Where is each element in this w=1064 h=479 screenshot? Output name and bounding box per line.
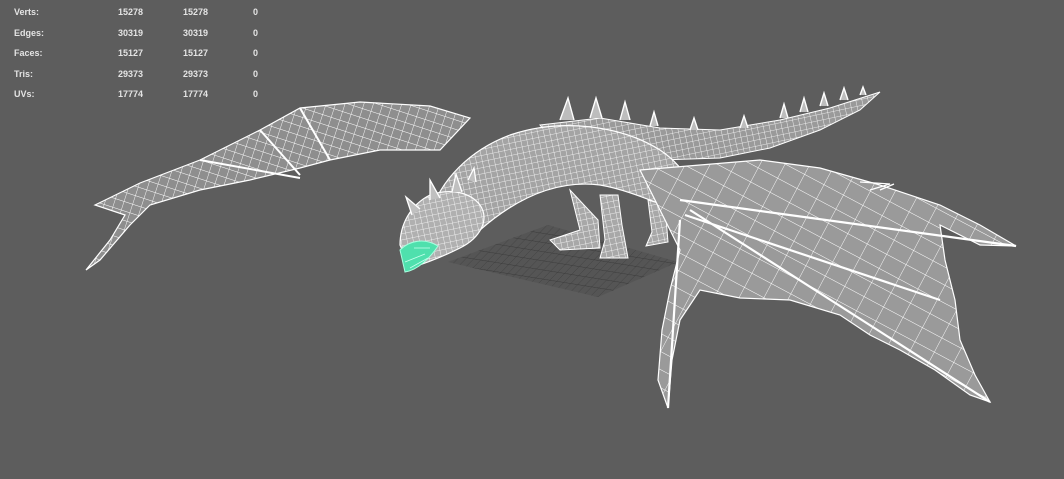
hud-value-object: 30319 (182, 27, 208, 38)
hud-row-faces: Faces: 15127 15127 0 (14, 43, 264, 64)
hud-value-object: 15127 (182, 48, 208, 58)
hud-value-total: 17774 (117, 89, 143, 99)
hud-value-selected: 0 (252, 89, 258, 99)
hud-label: Edges: (14, 27, 45, 38)
hud-label: UVs: (14, 89, 35, 99)
hud-row-uvs: UVs: 17774 17774 0 (14, 84, 264, 105)
hud-label: Faces: (14, 48, 43, 58)
3d-viewport[interactable]: Verts: 15278 15278 0 Edges: 30319 30319 … (0, 0, 1064, 479)
poly-count-hud: Verts: 15278 15278 0 Edges: 30319 30319 … (14, 2, 264, 105)
hud-row-tris: Tris: 29373 29373 0 (14, 64, 264, 85)
right-wing (639, 159, 1017, 409)
dragon-legs (549, 188, 669, 259)
hud-value-object: 29373 (182, 68, 208, 79)
hud-value-total: 15127 (117, 48, 143, 58)
hud-value-selected: 0 (252, 68, 258, 79)
hud-value-selected: 0 (252, 7, 258, 17)
hud-label: Tris: (14, 68, 34, 79)
hud-value-total: 30319 (117, 27, 143, 38)
hud-value-total: 29373 (117, 68, 143, 79)
hud-value-selected: 0 (252, 27, 258, 38)
hud-label: Verts: (14, 7, 40, 17)
hud-value-total: 15278 (117, 7, 143, 17)
hud-value-selected: 0 (252, 48, 258, 58)
hud-row-edges: Edges: 30319 30319 0 (14, 23, 264, 44)
hud-row-verts: Verts: 15278 15278 0 (14, 2, 264, 23)
hud-value-object: 17774 (182, 89, 208, 99)
hud-value-object: 15278 (182, 7, 208, 17)
